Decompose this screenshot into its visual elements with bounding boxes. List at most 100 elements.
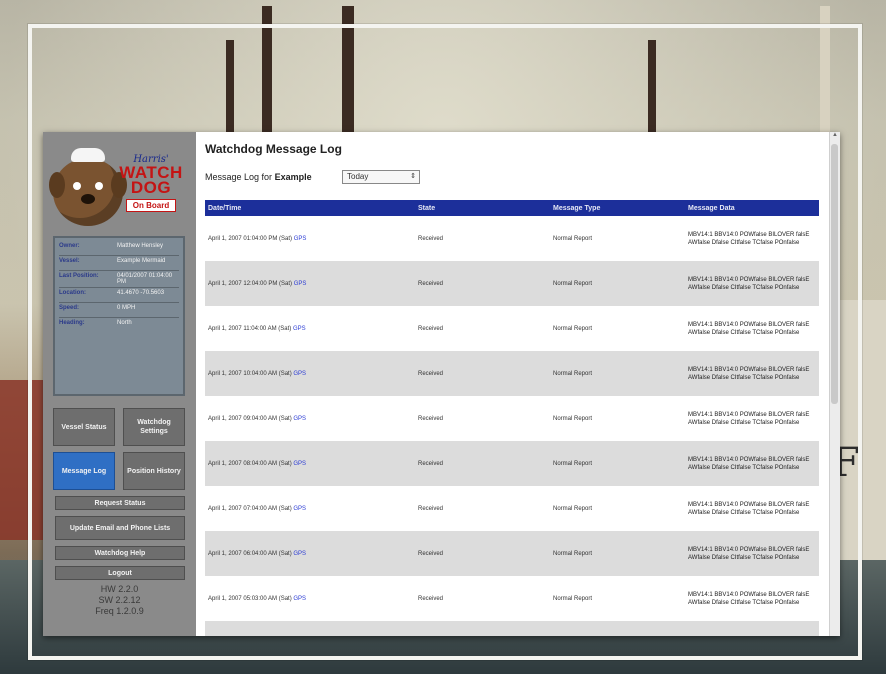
freq-version: Freq 1.2.0.9 [95, 606, 144, 616]
message-data-cell: MBV14:1 BBV14:0 POWfalse BILOVER falsE A… [688, 276, 810, 291]
request-status-button[interactable]: Request Status [55, 496, 185, 510]
page-title: Watchdog Message Log [205, 142, 342, 156]
message-log-button[interactable]: Message Log [53, 452, 115, 490]
gps-link[interactable]: GPS [294, 236, 307, 242]
logout-button[interactable]: Logout [55, 566, 185, 580]
gps-link[interactable]: GPS [293, 326, 306, 332]
sw-version: SW 2.2.12 [98, 595, 141, 605]
status-value: 0 MPH [117, 305, 136, 311]
message-type-cell: Normal Report [553, 280, 593, 287]
message-type-cell: Normal Report [553, 325, 593, 332]
datetime-text: April 1, 2007 01:04:00 PM (Sat) [208, 235, 293, 242]
gps-link[interactable]: GPS [294, 281, 307, 287]
state-cell: Received [418, 280, 444, 287]
datetime-cell: April 1, 2007 05:03:00 AM (Sat) GPS [205, 596, 415, 602]
logo-word-dog: DOG [130, 178, 172, 197]
message-type-cell: Normal Report [553, 595, 593, 602]
datetime-text: April 1, 2007 07:04:00 AM (Sat) [208, 505, 292, 512]
state-cell: Received [418, 415, 444, 422]
logo-badge: On Board [125, 199, 177, 212]
state-cell: Received [418, 595, 444, 602]
status-key: Heading: [59, 320, 85, 326]
datetime-cell: April 1, 2007 10:04:00 AM (Sat) GPS [205, 371, 415, 377]
status-value: 41.4670 -70.5603 [117, 290, 165, 296]
message-data-cell: MBV14:1 BBV14:0 POWfalse BILOVER falsE A… [688, 231, 810, 246]
filter-vessel: Example [274, 172, 312, 182]
column-header: Message Data [688, 204, 735, 212]
message-data-cell: MBV14:1 BBV14:0 POWfalse BILOVER falsE A… [688, 411, 810, 426]
status-value: North [117, 320, 132, 326]
table-body: April 1, 2007 01:04:00 PM (Sat) GPS Recei… [205, 216, 819, 636]
gps-link[interactable]: GPS [293, 461, 306, 467]
message-log-table: Date/Time State Message Type Message Dat… [205, 200, 819, 636]
table-row: April 1, 2007 09:04:00 AM (Sat) GPS Recei… [205, 396, 819, 441]
message-type-cell: Normal Report [553, 370, 593, 377]
table-row: April 1, 2007 07:04:00 AM (Sat) GPS Recei… [205, 486, 819, 531]
message-data-cell: MBV14:1 BBV14:0 POWfalse BILOVER falsE A… [688, 501, 810, 516]
status-row-last-position: Last Position: 04/01/2007 01:04:00 PM [59, 271, 179, 288]
status-value: Example Mermaid [117, 258, 166, 264]
state-cell: Received [418, 460, 444, 467]
update-email-phone-button[interactable]: Update Email and Phone Lists [55, 516, 185, 540]
gps-link[interactable]: GPS [293, 551, 306, 557]
state-cell: Received [418, 505, 444, 512]
column-header: State [418, 204, 436, 212]
message-type-cell: Normal Report [553, 505, 593, 512]
main-content: Watchdog Message Log Message Log for Exa… [201, 132, 831, 636]
datetime-cell: April 1, 2007 06:04:00 AM (Sat) GPS [205, 551, 415, 557]
table-row: April 1, 2007 10:04:00 AM (Sat) GPS Recei… [205, 351, 819, 396]
status-row-vessel: Vessel: Example Mermaid [59, 256, 179, 271]
status-row-owner: Owner: Matthew Hensley [59, 241, 179, 256]
status-key: Owner: [59, 243, 80, 249]
datetime-cell: April 1, 2007 11:04:00 AM (Sat) GPS [205, 326, 415, 332]
datetime-cell: April 1, 2007 09:04:00 AM (Sat) GPS [205, 416, 415, 422]
status-value: Matthew Hensley [117, 243, 164, 249]
table-row: April 1, 2007 12:04:00 PM (Sat) GPS Recei… [205, 261, 819, 306]
table-header: Date/Time State Message Type Message Dat… [205, 200, 819, 216]
gps-link[interactable]: GPS [293, 371, 306, 377]
vertical-scrollbar[interactable]: ▲ [829, 132, 840, 636]
message-data-cell: MBV14:1 BBV14:0 POWfalse BILOVER falsE A… [688, 546, 810, 561]
watchdog-help-button[interactable]: Watchdog Help [55, 546, 185, 560]
column-header: Message Type [553, 204, 601, 212]
scroll-thumb[interactable] [831, 144, 838, 404]
scroll-up-icon[interactable]: ▲ [830, 132, 840, 142]
status-row-speed: Speed: 0 MPH [59, 303, 179, 318]
state-cell: Received [418, 550, 444, 557]
datetime-text: April 1, 2007 11:04:00 AM (Sat) [208, 325, 292, 332]
chevron-updown-icon: ⇕ [410, 173, 416, 180]
gps-link[interactable]: GPS [293, 596, 306, 602]
sidebar: Harris' WATCH DOG On Board Owner: Matthe… [43, 132, 196, 636]
table-row: April 1, 2007 11:04:00 AM (Sat) GPS Recei… [205, 306, 819, 351]
filter-prefix: Message Log for [205, 172, 273, 182]
message-data-cell: MBV14:1 BBV14:0 POWfalse BILOVER falsE A… [688, 321, 810, 336]
gps-link[interactable]: GPS [293, 506, 306, 512]
message-type-cell: Normal Report [553, 235, 593, 242]
gps-link[interactable]: GPS [293, 416, 306, 422]
filter-label: Message Log for Example [205, 172, 312, 182]
datetime-cell: April 1, 2007 12:04:00 PM (Sat) GPS [205, 281, 415, 287]
table-row: April 1, 2007 08:04:00 AM (Sat) GPS Recei… [205, 441, 819, 486]
position-history-button[interactable]: Position History [123, 452, 185, 490]
datetime-text: April 1, 2007 08:04:00 AM (Sat) [208, 460, 292, 467]
select-value: Today [347, 172, 369, 181]
vessel-status-button[interactable]: Vessel Status [53, 408, 115, 446]
column-header: Date/Time [208, 204, 242, 212]
vessel-status-panel: Owner: Matthew Hensley Vessel: Example M… [53, 236, 185, 396]
datetime-cell: April 1, 2007 07:04:00 AM (Sat) GPS [205, 506, 415, 512]
message-type-cell: Normal Report [553, 460, 593, 467]
datetime-text: April 1, 2007 12:04:00 PM (Sat) [208, 280, 293, 287]
state-cell: Received [418, 370, 444, 377]
app-window: Harris' WATCH DOG On Board Owner: Matthe… [43, 132, 840, 636]
status-key: Last Position: [59, 273, 99, 279]
date-range-select[interactable]: Today ⇕ [342, 170, 420, 184]
table-row: April 1, 2007 01:04:00 PM (Sat) GPS Recei… [205, 216, 819, 261]
state-cell: Received [418, 235, 444, 242]
version-info: HW 2.2.0 SW 2.2.12 Freq 1.2.0.9 [43, 584, 196, 617]
watchdog-settings-button[interactable]: Watchdog Settings [123, 408, 185, 446]
message-data-cell: MBV14:1 BBV14:0 POWfalse BILOVER falsE A… [688, 591, 810, 606]
datetime-cell: April 1, 2007 01:04:00 PM (Sat) GPS [205, 236, 415, 242]
message-type-cell: Normal Report [553, 415, 593, 422]
table-row: April 1, 2007 06:04:00 AM (Sat) GPS Recei… [205, 531, 819, 576]
status-row-heading: Heading: North [59, 318, 179, 332]
